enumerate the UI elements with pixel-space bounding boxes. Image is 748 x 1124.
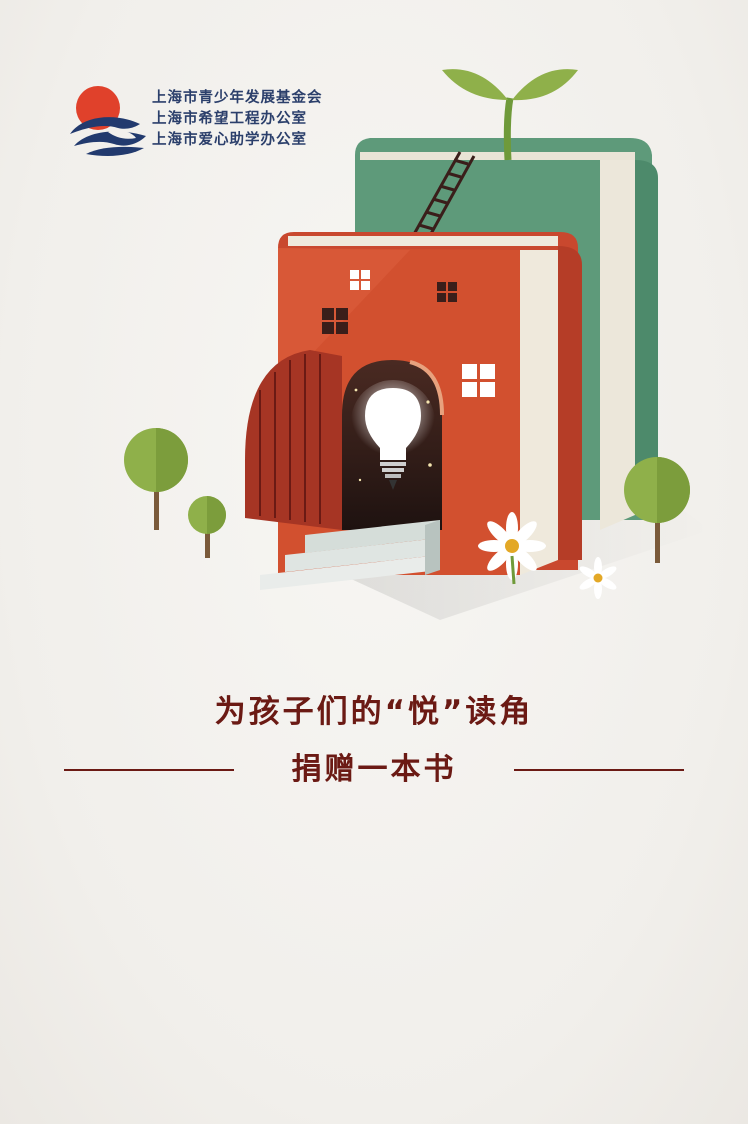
subline-row: 捐赠一本书 — [0, 748, 748, 792]
open-door — [245, 350, 342, 530]
book-house-illustration — [124, 69, 710, 620]
tree-icon — [124, 428, 188, 530]
poster: 上海市青少年发展基金会 上海市希望工程办公室 上海市爱心助学办公室 为孩子们的“… — [0, 0, 748, 1124]
tree-icon — [188, 496, 226, 558]
headline: 为孩子们的“悦”读角 — [214, 694, 534, 730]
subline: 捐赠一本书 — [291, 752, 457, 787]
